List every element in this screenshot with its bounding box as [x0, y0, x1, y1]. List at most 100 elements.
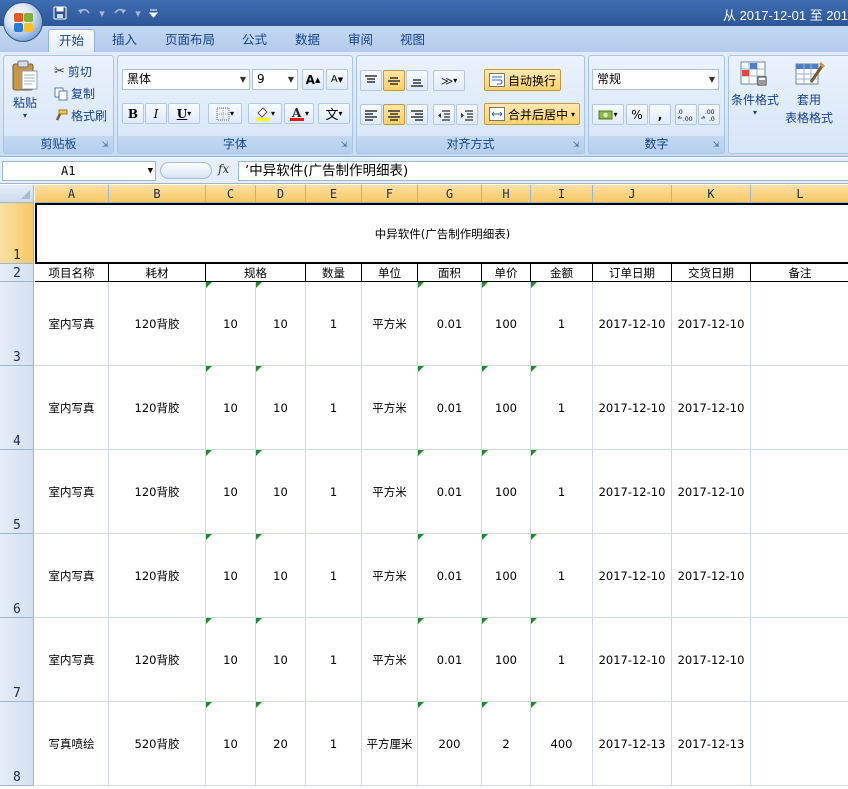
header-cell[interactable]: 耗材 — [109, 264, 206, 282]
wrap-text-button[interactable]: 自动换行 — [484, 69, 562, 91]
undo-dropdown-icon[interactable]: ▾ — [98, 4, 106, 22]
data-cell[interactable]: 10 — [206, 702, 256, 786]
align-top-button[interactable] — [360, 70, 382, 91]
italic-button[interactable]: I — [145, 103, 167, 124]
sheet-title-cell[interactable]: 中异软件(广告制作明细表) — [35, 203, 848, 264]
column-header-d[interactable]: D — [256, 185, 306, 203]
data-cell[interactable]: 1 — [306, 366, 362, 450]
row-header-6[interactable]: 6 — [0, 534, 34, 618]
data-cell[interactable]: 10 — [206, 618, 256, 702]
tab-data[interactable]: 数据 — [285, 29, 330, 52]
data-cell[interactable]: 0.01 — [418, 534, 482, 618]
data-cell[interactable]: 写真喷绘 — [35, 702, 109, 786]
number-as-text-indicator-icon[interactable] — [418, 450, 424, 456]
data-cell[interactable]: 平方米 — [362, 450, 418, 534]
data-cell[interactable]: 10 — [256, 534, 306, 618]
fill-color-button[interactable]: ▾ — [248, 103, 282, 124]
data-cell[interactable]: 0.01 — [418, 618, 482, 702]
header-cell[interactable]: 项目名称 — [35, 264, 109, 282]
data-cell[interactable] — [751, 282, 848, 366]
data-cell[interactable]: 室内写真 — [35, 366, 109, 450]
clipboard-launcher-icon[interactable]: ⇲ — [100, 140, 110, 150]
number-as-text-indicator-icon[interactable] — [482, 450, 488, 456]
data-cell[interactable]: 100 — [482, 450, 531, 534]
decrease-indent-button[interactable] — [433, 104, 455, 125]
data-cell[interactable]: 2017-12-13 — [593, 702, 672, 786]
data-cell[interactable] — [751, 618, 848, 702]
data-cell[interactable]: 10 — [256, 282, 306, 366]
data-cell[interactable]: 2017-12-10 — [593, 282, 672, 366]
number-as-text-indicator-icon[interactable] — [256, 282, 262, 288]
align-right-button[interactable] — [406, 104, 428, 125]
column-header-c[interactable]: C — [206, 185, 256, 203]
data-cell[interactable]: 1 — [306, 282, 362, 366]
cut-button[interactable]: ✂ 剪切 — [54, 63, 92, 80]
data-cell[interactable]: 平方米 — [362, 618, 418, 702]
format-painter-button[interactable]: 格式刷 — [54, 107, 107, 124]
tab-page-layout[interactable]: 页面布局 — [155, 29, 225, 52]
data-cell[interactable]: 2017-12-10 — [593, 618, 672, 702]
number-as-text-indicator-icon[interactable] — [418, 366, 424, 372]
row-header-7[interactable]: 7 — [0, 618, 34, 702]
data-cell[interactable]: 1 — [306, 618, 362, 702]
decrease-decimal-button[interactable]: .00.0 — [698, 104, 720, 125]
data-cell[interactable]: 200 — [418, 702, 482, 786]
data-cell[interactable]: 2017-12-10 — [672, 450, 751, 534]
header-cell[interactable]: 交货日期 — [672, 264, 751, 282]
data-cell[interactable]: 120背胶 — [109, 618, 206, 702]
number-as-text-indicator-icon[interactable] — [256, 618, 262, 624]
select-all-button[interactable] — [0, 185, 34, 203]
number-as-text-indicator-icon[interactable] — [531, 618, 537, 624]
office-button[interactable] — [3, 2, 43, 42]
number-as-text-indicator-icon[interactable] — [256, 534, 262, 540]
data-cell[interactable] — [751, 366, 848, 450]
data-cell[interactable]: 120背胶 — [109, 366, 206, 450]
data-cell[interactable]: 0.01 — [418, 450, 482, 534]
data-cell[interactable]: 2 — [482, 702, 531, 786]
customize-qat-icon[interactable] — [146, 4, 160, 22]
font-name-combo[interactable]: 黑体 ▼ — [122, 69, 250, 90]
header-cell[interactable]: 规格 — [206, 264, 306, 282]
data-cell[interactable]: 10 — [206, 282, 256, 366]
data-cell[interactable]: 室内写真 — [35, 534, 109, 618]
shrink-font-button[interactable]: A ▼ — [326, 69, 348, 90]
data-cell[interactable]: 室内写真 — [35, 450, 109, 534]
column-header-b[interactable]: B — [109, 185, 206, 203]
data-cell[interactable]: 1 — [531, 282, 593, 366]
percent-button[interactable]: % — [626, 104, 648, 125]
insert-function-button[interactable]: fx — [218, 162, 229, 176]
column-header-l[interactable]: L — [751, 185, 848, 203]
data-cell[interactable]: 400 — [531, 702, 593, 786]
data-cell[interactable]: 0.01 — [418, 282, 482, 366]
data-cell[interactable]: 1 — [531, 618, 593, 702]
tab-view[interactable]: 视图 — [390, 29, 435, 52]
data-cell[interactable]: 2017-12-10 — [593, 534, 672, 618]
number-as-text-indicator-icon[interactable] — [418, 534, 424, 540]
data-cell[interactable]: 1 — [306, 534, 362, 618]
underline-button[interactable]: U ▾ — [168, 103, 200, 124]
number-as-text-indicator-icon[interactable] — [206, 366, 212, 372]
bold-button[interactable]: B — [122, 103, 144, 124]
save-icon[interactable] — [50, 4, 70, 22]
number-as-text-indicator-icon[interactable] — [482, 366, 488, 372]
data-cell[interactable]: 2017-12-10 — [593, 366, 672, 450]
data-cell[interactable]: 120背胶 — [109, 534, 206, 618]
data-cell[interactable]: 1 — [531, 534, 593, 618]
data-cell[interactable]: 平方厘米 — [362, 702, 418, 786]
column-header-j[interactable]: J — [593, 185, 672, 203]
data-cell[interactable]: 100 — [482, 282, 531, 366]
formula-input[interactable]: ’中异软件(广告制作明细表) — [238, 161, 848, 181]
number-as-text-indicator-icon[interactable] — [531, 534, 537, 540]
data-cell[interactable]: 2017-12-10 — [672, 282, 751, 366]
data-cell[interactable]: 2017-12-13 — [672, 702, 751, 786]
align-center-button[interactable] — [383, 104, 405, 125]
number-as-text-indicator-icon[interactable] — [206, 618, 212, 624]
header-cell[interactable]: 订单日期 — [593, 264, 672, 282]
tab-formulas[interactable]: 公式 — [232, 29, 277, 52]
data-cell[interactable] — [751, 450, 848, 534]
grow-font-button[interactable]: A ▲ — [302, 69, 324, 90]
data-cell[interactable] — [751, 534, 848, 618]
row-header-8[interactable]: 8 — [0, 702, 34, 786]
number-as-text-indicator-icon[interactable] — [418, 618, 424, 624]
number-as-text-indicator-icon[interactable] — [206, 534, 212, 540]
